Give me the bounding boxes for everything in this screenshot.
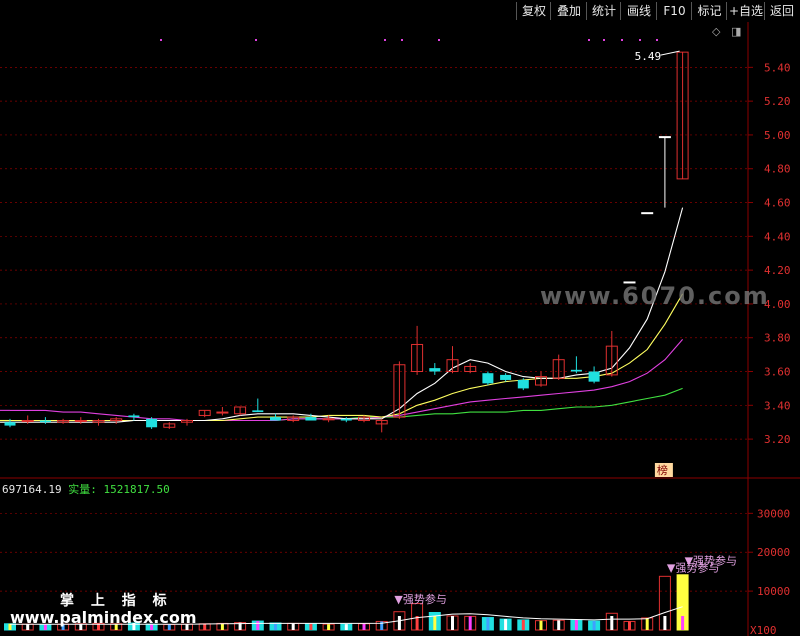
volume-signal-stripe [663, 616, 667, 630]
candle-body [517, 379, 529, 389]
volume-signal-stripe [628, 621, 631, 630]
actual-volume-label: 实量: [68, 483, 97, 496]
volume-signal-stripe [574, 619, 578, 630]
candle-body [270, 417, 281, 421]
signal-text-3: ▼强势参与 [685, 554, 737, 568]
diamond-icon[interactable]: ◇ [712, 25, 720, 38]
volume-axis-label: 30000 [757, 507, 790, 520]
rank-tag: 榜 [657, 463, 668, 477]
signal-dot [255, 39, 257, 41]
toolbar-button-2[interactable]: 统计 [586, 2, 621, 20]
toolbar-button-3[interactable]: 画线 [620, 2, 657, 20]
volume-signal-stripe [504, 619, 508, 630]
volume-axis-label: 20000 [757, 546, 790, 559]
volume-signal-stripe [397, 616, 401, 630]
signal-text-1: ▼强势参与 [394, 592, 446, 606]
price-axis-label: 5.40 [764, 61, 791, 74]
candle-body [482, 373, 494, 384]
candle-body [570, 369, 582, 372]
signal-dot [438, 39, 440, 41]
url-watermark: www.palmindex.com [10, 608, 197, 627]
price-axis-label: 4.20 [764, 264, 791, 277]
signal-dot [603, 39, 605, 41]
volume-signal-stripe [220, 623, 224, 630]
ma5-line [10, 207, 684, 423]
volume-signal-stripe [309, 623, 313, 630]
price-axis-label: 3.40 [764, 399, 791, 412]
candle-body [500, 374, 512, 380]
volume-unit-label: X100 [750, 624, 777, 636]
volume-value: 697164.19 [2, 483, 62, 496]
volume-axis-label: 10000 [757, 585, 790, 598]
brand-watermark: 掌 上 指 标 [60, 593, 173, 609]
candle-body [21, 420, 34, 423]
volume-signal-stripe [433, 616, 437, 630]
toolbar-button-7[interactable]: 返回 [764, 2, 799, 20]
volume-signal-stripe [344, 624, 348, 630]
price-axis-label: 3.80 [764, 332, 791, 345]
volume-signal-stripe [327, 624, 331, 630]
toolbar-button-6[interactable]: +自选 [726, 2, 765, 20]
volume-signal-stripe [645, 617, 649, 630]
toolbar-button-1[interactable]: 叠加 [550, 2, 587, 20]
toolbar-button-4[interactable]: F10 [656, 2, 692, 20]
price-axis-label: 4.80 [764, 163, 791, 176]
candle-body [128, 415, 140, 418]
candle-body [429, 368, 441, 372]
candle-body [4, 422, 16, 426]
candle-body [305, 417, 317, 421]
toolbar: 复权 叠加 统计 画线 F10 标记 +自选 返回 [0, 0, 800, 22]
candle-body [340, 418, 352, 421]
signal-dot [621, 39, 623, 41]
candle-body [146, 418, 158, 428]
volume-signal-stripe [274, 623, 277, 630]
volume-header: 697164.19 实量: 1521817.50 [2, 481, 170, 497]
signal-dot [588, 39, 590, 41]
volume-signal-stripe [468, 616, 472, 630]
volume-signal-stripe [203, 623, 207, 630]
price-axis-label: 5.00 [764, 129, 791, 142]
panel-toggle-icon[interactable]: ◨ [731, 25, 741, 38]
candle-body [322, 418, 335, 421]
candle-body [216, 411, 229, 414]
price-axis-label: 4.40 [764, 230, 791, 243]
volume-signal-stripe [557, 620, 561, 630]
candle-body [641, 212, 654, 215]
price-axis-label: 3.60 [764, 366, 791, 379]
actual-volume-value: 1521817.50 [103, 483, 170, 496]
candle-body [658, 136, 671, 139]
candle-body [252, 410, 264, 413]
price-axis-label: 4.60 [764, 197, 791, 210]
volume-signal-stripe [486, 617, 490, 630]
candle-body [74, 420, 87, 423]
volume-signal-stripe [362, 623, 366, 630]
ma20-line [10, 339, 684, 422]
volume-signal-stripe [681, 616, 685, 630]
toolbar-button-5[interactable]: 标记 [691, 2, 727, 20]
toolbar-button-0[interactable]: 复权 [516, 2, 551, 20]
candle-body [588, 371, 600, 382]
candle-body [39, 420, 51, 423]
site-watermark: www.6070.com [540, 282, 770, 310]
signal-dot [401, 39, 403, 41]
volume-signal-stripe [256, 621, 260, 630]
volume-signal-stripe [539, 620, 543, 630]
high-price-label: 5.49 [635, 50, 662, 63]
signal-dot [656, 39, 658, 41]
signal-dot [160, 39, 162, 41]
price-axis-label: 5.20 [764, 95, 791, 108]
volume-signal-stripe [521, 619, 525, 630]
volume-signal-stripe [451, 616, 454, 630]
signal-dot [384, 39, 386, 41]
volume-signal-stripe [592, 621, 596, 630]
volume-signal-stripe [610, 616, 614, 630]
signal-dot [639, 39, 641, 41]
price-axis-label: 3.20 [764, 433, 791, 446]
chart-svg: 5.405.205.004.804.604.404.204.003.803.60… [0, 22, 800, 636]
ma10-line [10, 293, 684, 422]
volume-signal-stripe [291, 623, 295, 630]
